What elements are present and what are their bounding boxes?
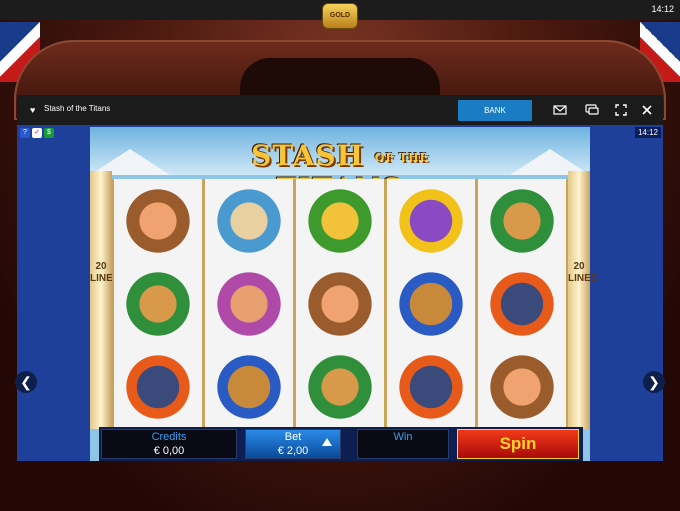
satyr-symbol-icon <box>121 266 195 341</box>
reel-symbol <box>296 346 384 429</box>
favorite-heart-icon[interactable]: ♥ <box>30 105 40 115</box>
reels-grid <box>112 179 568 429</box>
reel-symbol <box>387 262 475 345</box>
cerberus-symbol-icon <box>121 350 195 425</box>
game-logo-of: OF THE <box>374 151 429 164</box>
next-arrow-icon[interactable]: ❯ <box>643 371 665 393</box>
bet-increase-icon[interactable] <box>322 438 332 446</box>
reel-symbol <box>296 262 384 345</box>
titan-symbol-icon <box>303 266 377 341</box>
griffin-symbol-icon <box>212 350 286 425</box>
reel-symbol <box>114 262 202 345</box>
paylines-label-right: 20 LINES <box>568 261 598 284</box>
reel-symbol <box>205 179 293 262</box>
reel-symbol <box>205 346 293 429</box>
hydra-symbol-icon <box>394 183 468 258</box>
reel-4 <box>387 179 475 429</box>
pillar-left <box>90 171 112 429</box>
reel-3 <box>296 179 384 429</box>
griffin-symbol-icon <box>394 266 468 341</box>
casino-logo[interactable]: GOLD <box>322 3 358 29</box>
bet-selector[interactable]: Bet € 2,00 <box>245 429 341 459</box>
reel-symbol <box>387 346 475 429</box>
titan-symbol-icon <box>485 350 559 425</box>
reel-symbol <box>205 262 293 345</box>
spin-button[interactable]: Spin <box>457 429 579 459</box>
cerberus-symbol-icon <box>485 266 559 341</box>
game-logo: STASH OF THE TITANS <box>200 139 480 205</box>
modal-header: ♥ Stash of the Titans BANK <box>17 95 663 125</box>
temple-symbol-icon <box>212 183 286 258</box>
hercules-symbol-icon <box>212 266 286 341</box>
close-icon[interactable] <box>639 102 655 118</box>
paylines-label-left: 20 LINES <box>90 261 120 284</box>
reel-symbol <box>478 179 566 262</box>
win-display: Win <box>357 429 449 459</box>
game-mini-toolbar: ? ✓ $ <box>20 128 54 138</box>
reel-symbol <box>114 179 202 262</box>
win-label: Win <box>393 431 413 443</box>
modal-title: Stash of the Titans <box>44 104 111 113</box>
help-icon[interactable]: ? <box>20 128 30 138</box>
control-bar: Credits € 0,00 Bet € 2,00 Win Spin <box>99 427 583 461</box>
stage-opening <box>240 58 440 98</box>
slot-machine: STASH OF THE TITANS 20 LINES 20 LINES <box>90 127 598 461</box>
satyr-symbol-icon <box>303 350 377 425</box>
system-clock: 14:12 <box>651 4 674 14</box>
cerberus-symbol-icon <box>394 350 468 425</box>
prev-arrow-icon[interactable]: ❮ <box>15 371 37 393</box>
reel-symbol <box>478 346 566 429</box>
reel-2 <box>205 179 293 429</box>
game-clock: 14:12 <box>634 127 661 138</box>
credits-value: € 0,00 <box>153 445 185 457</box>
pillar-right <box>568 171 590 429</box>
mail-icon[interactable] <box>552 102 568 118</box>
reel-symbol <box>478 262 566 345</box>
game-area: ? ✓ $ 14:12 STASH OF THE TITANS 20 LINES… <box>15 125 665 461</box>
reel-5 <box>478 179 566 429</box>
reel-symbol <box>296 179 384 262</box>
satyr-symbol-icon <box>485 183 559 258</box>
check-icon[interactable]: ✓ <box>32 128 42 138</box>
titan-symbol-icon <box>121 183 195 258</box>
medusa-symbol-icon <box>303 183 377 258</box>
dollar-icon[interactable]: $ <box>44 128 54 138</box>
bet-value: € 2,00 <box>277 445 309 457</box>
game-modal: ♥ Stash of the Titans BANK ? ✓ $ 14:12 S… <box>15 95 665 461</box>
game-logo-line1: STASH <box>251 139 364 172</box>
reel-symbol <box>387 179 475 262</box>
chat-icon[interactable] <box>584 102 600 118</box>
reel-symbol <box>114 346 202 429</box>
credits-label: Credits <box>151 431 187 443</box>
reel-1 <box>114 179 202 429</box>
bank-button[interactable]: BANK <box>458 100 532 121</box>
credits-display: Credits € 0,00 <box>101 429 237 459</box>
fullscreen-icon[interactable] <box>613 102 629 118</box>
